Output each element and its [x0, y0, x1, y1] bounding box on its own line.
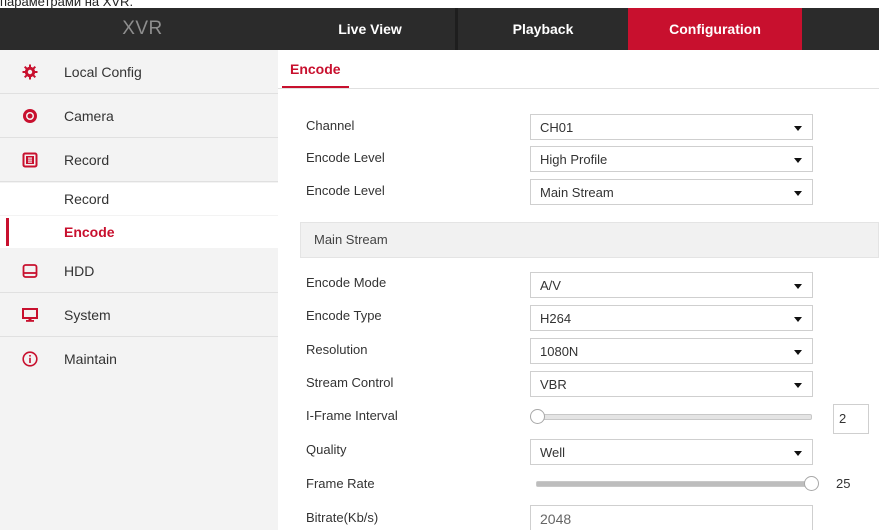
tab-divider — [278, 88, 879, 89]
iframe-interval-label: I-Frame Interval — [306, 408, 398, 423]
iframe-interval-slider[interactable] — [530, 409, 812, 424]
encode-level-profile-value: High Profile — [540, 152, 608, 167]
sidebar-item-label: Record — [64, 152, 110, 168]
tab-playback[interactable]: Playback — [458, 8, 628, 50]
sidebar-subitem-record[interactable]: Record — [0, 183, 278, 215]
sidebar-item-label: HDD — [64, 263, 95, 279]
app-logo: XVR — [122, 18, 163, 39]
slider-thumb[interactable] — [530, 409, 545, 424]
encode-level-stream-label: Encode Level — [306, 183, 385, 198]
sidebar-item-label: Maintain — [64, 351, 117, 367]
bitrate-input[interactable]: 2048 — [530, 505, 813, 530]
record-icon — [22, 152, 38, 168]
slider-fill — [537, 482, 811, 486]
encode-level-stream-select[interactable]: Main Stream — [530, 179, 813, 205]
monitor-icon — [22, 308, 38, 322]
stream-control-label: Stream Control — [306, 375, 394, 390]
sidebar-item-label: Local Config — [64, 64, 142, 80]
top-navigation-bar: XVR Live View Playback Configuration — [0, 8, 879, 50]
encode-type-label: Encode Type — [306, 308, 382, 323]
tab-encode[interactable]: Encode — [282, 50, 349, 88]
frame-rate-label: Frame Rate — [306, 476, 375, 491]
resolution-label: Resolution — [306, 342, 368, 357]
sidebar-item-label: Camera — [64, 108, 114, 124]
encode-level-profile-select[interactable]: High Profile — [530, 146, 813, 172]
frame-rate-slider[interactable] — [536, 476, 819, 491]
channel-label: Channel — [306, 118, 355, 133]
sidebar-item-hdd[interactable]: HDD — [0, 249, 278, 293]
frame-rate-value[interactable]: 25 — [831, 470, 867, 500]
sidebar-subitem-label: Record — [64, 191, 110, 207]
tab-configuration[interactable]: Configuration — [628, 8, 802, 50]
channel-value: CH01 — [540, 120, 574, 135]
sidebar-item-system[interactable]: System — [0, 293, 278, 337]
resolution-select[interactable]: 1080N — [530, 338, 813, 364]
gear-icon — [22, 64, 38, 80]
chevron-down-icon — [794, 383, 802, 388]
encode-level-stream-value: Main Stream — [540, 185, 614, 200]
chevron-down-icon — [794, 451, 802, 456]
main-panel: Encode Channel CH01 Encode Level High Pr… — [278, 50, 879, 530]
info-icon — [22, 351, 38, 367]
stream-control-select[interactable]: VBR — [530, 371, 813, 397]
slider-thumb[interactable] — [804, 476, 819, 491]
sidebar: Local Config Camera Record Record Encode — [0, 50, 278, 530]
channel-select[interactable]: CH01 — [530, 114, 813, 140]
sidebar-item-local-config[interactable]: Local Config — [0, 50, 278, 94]
sidebar-subitem-encode[interactable]: Encode — [0, 216, 278, 248]
page-caption: параметрами на XVR. — [0, 0, 134, 9]
quality-label: Quality — [306, 442, 347, 457]
main-stream-section: Main Stream — [300, 222, 879, 258]
quality-value: Well — [540, 445, 566, 460]
resolution-value: 1080N — [540, 344, 579, 359]
chevron-down-icon — [794, 350, 802, 355]
hdd-icon — [22, 264, 38, 278]
bitrate-label: Bitrate(Kb/s) — [306, 510, 379, 525]
encode-mode-label: Encode Mode — [306, 275, 387, 290]
encode-mode-select[interactable]: A/V — [530, 272, 813, 298]
chevron-down-icon — [794, 317, 802, 322]
chevron-down-icon — [794, 158, 802, 163]
sidebar-item-camera[interactable]: Camera — [0, 94, 278, 138]
encode-type-select[interactable]: H264 — [530, 305, 813, 331]
encode-type-value: H264 — [540, 311, 572, 326]
chevron-down-icon — [794, 284, 802, 289]
chevron-down-icon — [794, 126, 802, 131]
sidebar-item-label: System — [64, 307, 111, 323]
encode-level-label: Encode Level — [306, 150, 385, 165]
encode-mode-value: A/V — [540, 278, 561, 293]
tab-live-view[interactable]: Live View — [285, 8, 455, 50]
iframe-interval-input[interactable]: 2 — [833, 404, 869, 434]
sidebar-item-maintain[interactable]: Maintain — [0, 337, 278, 381]
sidebar-item-record[interactable]: Record — [0, 138, 278, 182]
section-title: Main Stream — [314, 232, 388, 247]
active-indicator — [6, 218, 9, 246]
camera-icon — [23, 109, 37, 123]
stream-control-value: VBR — [540, 377, 567, 392]
sidebar-subitem-label: Encode — [64, 224, 115, 240]
chevron-down-icon — [794, 191, 802, 196]
quality-select[interactable]: Well — [530, 439, 813, 465]
